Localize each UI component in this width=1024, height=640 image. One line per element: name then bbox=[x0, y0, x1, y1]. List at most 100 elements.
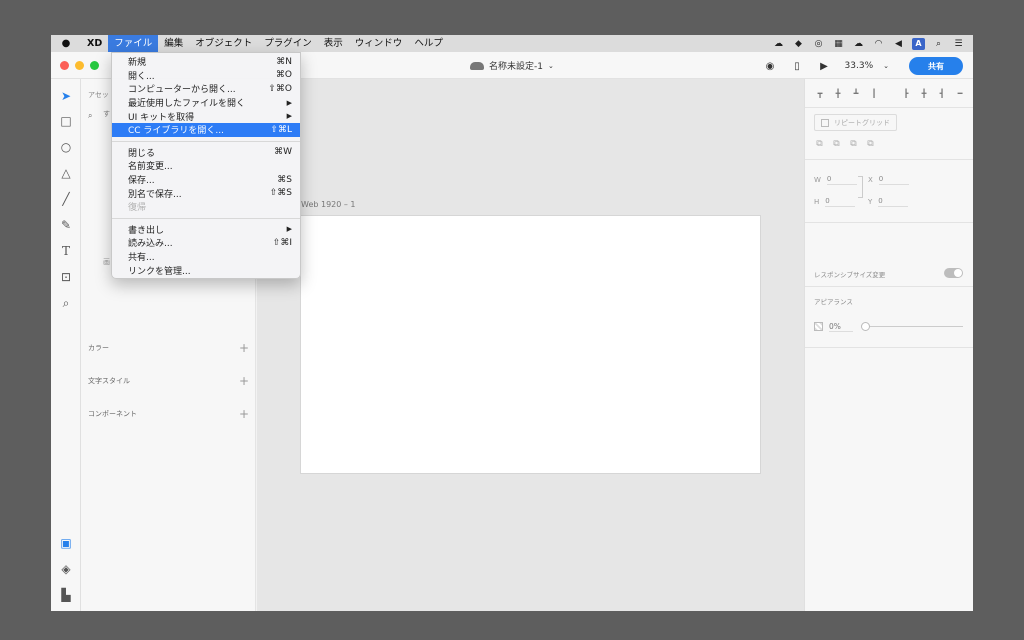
creative-cloud-sync-icon[interactable]: ☁ bbox=[772, 38, 785, 50]
window-minimize-button[interactable] bbox=[75, 61, 84, 70]
exclude-boolean-icon[interactable]: ⧉ bbox=[865, 138, 876, 149]
opacity-value[interactable]: 0% bbox=[829, 322, 853, 332]
apple-icon[interactable]: ● bbox=[51, 38, 81, 49]
window-close-button[interactable] bbox=[60, 61, 69, 70]
menu-window[interactable]: ウィンドウ bbox=[349, 35, 409, 52]
menu-item-share[interactable]: 共有... bbox=[112, 250, 300, 264]
menu-app-xd[interactable]: XD bbox=[81, 35, 108, 52]
menu-item-manage-links[interactable]: リンクを管理... bbox=[112, 263, 300, 277]
zoom-tool-icon[interactable]: ⌕ bbox=[58, 295, 74, 311]
artboard-tool-icon[interactable]: ⊡ bbox=[58, 269, 74, 285]
menu-view[interactable]: 表示 bbox=[318, 35, 349, 52]
add-component-icon[interactable]: + bbox=[239, 407, 249, 421]
y-value[interactable]: 0 bbox=[878, 197, 909, 207]
line-tool-icon[interactable]: ╱ bbox=[58, 191, 74, 207]
responsive-resize-label: レスポンシブサイズ変更 bbox=[814, 271, 886, 279]
distribute-horizontal-icon[interactable]: ━ bbox=[954, 88, 966, 98]
height-field[interactable]: H 0 bbox=[814, 197, 856, 207]
polygon-tool-icon[interactable]: △ bbox=[58, 165, 74, 181]
spotlight-search-icon[interactable]: ⌕ bbox=[932, 38, 945, 50]
menu-help[interactable]: ヘルプ bbox=[408, 35, 449, 52]
height-value[interactable]: 0 bbox=[825, 197, 856, 207]
align-right-icon[interactable]: ┫ bbox=[936, 88, 948, 98]
desktop-screen: ● XD ファイル 編集 オブジェクト プラグイン 表示 ウィンドウ ヘルプ ☁… bbox=[51, 35, 973, 611]
x-value[interactable]: 0 bbox=[878, 175, 909, 185]
titlebar-tools: ◉ ▯ ▶ 33.3% ⌄ 共有 bbox=[764, 57, 963, 75]
dropbox-icon[interactable]: ◆ bbox=[792, 38, 805, 50]
creative-cloud-icon[interactable]: ◎ bbox=[812, 38, 825, 50]
rectangle-tool-icon[interactable]: □ bbox=[58, 113, 74, 129]
menu-bar: ● XD ファイル 編集 オブジェクト プラグイン 表示 ウィンドウ ヘルプ ☁… bbox=[51, 35, 973, 52]
ellipse-tool-icon[interactable]: ○ bbox=[58, 139, 74, 155]
plugins-panel-icon[interactable]: ▙ bbox=[58, 587, 74, 603]
width-field[interactable]: W 0 bbox=[814, 175, 857, 185]
play-preview-icon[interactable]: ▶ bbox=[818, 60, 831, 73]
menu-plugins[interactable]: プラグイン bbox=[258, 35, 318, 52]
menu-item-open-recent[interactable]: 最近使用したファイルを開く ▶ bbox=[112, 96, 300, 110]
align-left-icon[interactable]: ┣ bbox=[900, 88, 912, 98]
select-tool-icon[interactable]: ➤ bbox=[58, 88, 74, 104]
menu-item-open-cc-libraries[interactable]: CC ライブラリを開く... ⇧⌘L bbox=[112, 122, 300, 137]
appearance-label: アピアランス bbox=[814, 298, 853, 306]
menu-file[interactable]: ファイル bbox=[108, 35, 159, 52]
align-top-icon[interactable]: ┳ bbox=[814, 88, 826, 98]
add-color-icon[interactable]: + bbox=[239, 341, 249, 355]
menu-separator bbox=[112, 140, 300, 142]
repeat-grid-button[interactable]: リピートグリッド bbox=[814, 114, 897, 131]
menu-item-close[interactable]: 閉じる ⌘W bbox=[112, 146, 300, 160]
menu-object[interactable]: オブジェクト bbox=[189, 35, 258, 52]
menu-item-save-as[interactable]: 別名で保存... ⇧⌘S bbox=[112, 186, 300, 200]
tools-panel: ➤ □ ○ △ ╱ ✎ T ⊡ ⌕ ▣ ◈ ▙ bbox=[51, 79, 81, 611]
cloud-upload-icon[interactable]: ☁ bbox=[852, 38, 865, 50]
calendar-icon[interactable]: ▦ bbox=[832, 38, 845, 50]
submenu-arrow-icon: ▶ bbox=[286, 225, 292, 234]
responsive-resize-toggle[interactable] bbox=[944, 268, 963, 278]
device-preview-icon[interactable]: ▯ bbox=[791, 60, 804, 73]
menu-item-import[interactable]: 読み込み... ⇧⌘I bbox=[112, 236, 300, 250]
document-title[interactable]: 名称未設定-1 ⌄ bbox=[470, 59, 554, 72]
design-canvas[interactable]: Web 1920 – 1 bbox=[257, 79, 804, 611]
opacity-slider-track[interactable] bbox=[863, 326, 963, 327]
opacity-slider-handle[interactable] bbox=[861, 322, 870, 331]
align-center-icon[interactable]: ╋ bbox=[918, 88, 930, 98]
menu-item-rename[interactable]: 名前変更... bbox=[112, 159, 300, 173]
search-icon: ⌕ bbox=[88, 111, 93, 120]
menu-edit[interactable]: 編集 bbox=[158, 35, 189, 52]
add-character-style-icon[interactable]: + bbox=[239, 374, 249, 388]
intersect-boolean-icon[interactable]: ⧉ bbox=[848, 138, 859, 149]
input-source-icon[interactable]: A bbox=[912, 37, 925, 50]
y-field[interactable]: Y 0 bbox=[868, 197, 909, 207]
assets-panel-icon[interactable]: ▣ bbox=[58, 535, 74, 551]
distribute-vertical-icon[interactable]: ┃ bbox=[868, 88, 880, 98]
menu-item-open-from-computer[interactable]: コンピューターから開く... ⇧⌘O bbox=[112, 82, 300, 96]
property-inspector: ┳ ╋ ┻ ┃ ┣ ╋ ┫ ━ リピートグリッド ⧉ ⧉ ⧉ ⧉ W 0 X 0 bbox=[804, 79, 973, 611]
menu-item-save[interactable]: 保存... ⌘S bbox=[112, 173, 300, 187]
layers-panel-icon[interactable]: ◈ bbox=[58, 561, 74, 577]
chevron-down-icon: ⌄ bbox=[547, 61, 554, 70]
artboard-label[interactable]: Web 1920 – 1 bbox=[301, 200, 356, 209]
artboard[interactable] bbox=[300, 215, 761, 474]
width-value[interactable]: 0 bbox=[826, 175, 857, 185]
align-bottom-icon[interactable]: ┻ bbox=[850, 88, 862, 98]
notification-center-icon[interactable]: ☰ bbox=[952, 38, 965, 50]
zoom-control[interactable]: 33.3% ⌄ bbox=[845, 61, 889, 71]
pen-tool-icon[interactable]: ✎ bbox=[58, 217, 74, 233]
user-account-icon[interactable]: ◉ bbox=[764, 60, 777, 73]
boolean-ops: ⧉ ⧉ ⧉ ⧉ bbox=[814, 138, 876, 149]
window-maximize-button[interactable] bbox=[90, 61, 99, 70]
status-icons: ☁ ◆ ◎ ▦ ☁ ◠ ◀ A ⌕ ☰ bbox=[772, 37, 973, 50]
align-middle-icon[interactable]: ╋ bbox=[832, 88, 844, 98]
x-field[interactable]: X 0 bbox=[868, 175, 909, 185]
menu-item-new[interactable]: 新規 ⌘N bbox=[112, 55, 300, 69]
menu-item-get-ui-kits[interactable]: UI キットを取得 ▶ bbox=[112, 109, 300, 123]
volume-icon[interactable]: ◀ bbox=[892, 38, 905, 50]
menu-item-export[interactable]: 書き出し ▶ bbox=[112, 223, 300, 237]
chevron-down-icon: ⌄ bbox=[883, 62, 889, 70]
menu-item-open[interactable]: 開く... ⌘O bbox=[112, 69, 300, 83]
lock-aspect-icon[interactable] bbox=[858, 176, 863, 198]
add-boolean-icon[interactable]: ⧉ bbox=[814, 138, 825, 149]
text-tool-icon[interactable]: T bbox=[58, 243, 74, 259]
subtract-boolean-icon[interactable]: ⧉ bbox=[831, 138, 842, 149]
share-button[interactable]: 共有 bbox=[909, 57, 963, 75]
wifi-icon[interactable]: ◠ bbox=[872, 38, 885, 50]
